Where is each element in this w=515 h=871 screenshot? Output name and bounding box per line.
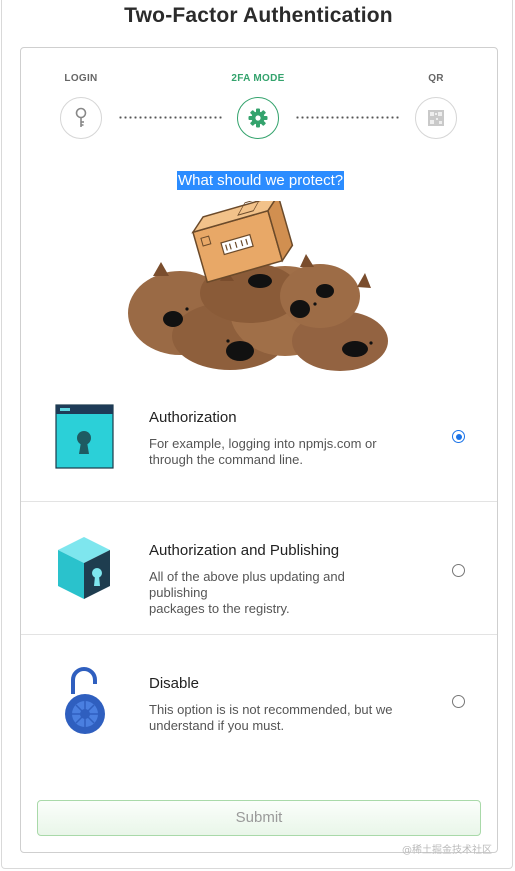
option-description: For example, logging into npmjs.com or t… [149,436,377,467]
protect-question: What should we protect? [177,171,345,190]
browser-lock-icon [55,404,114,469]
step-label-qr: QR [428,73,444,84]
option-authorization[interactable]: Authorization For example, logging into … [21,370,497,502]
cube-lock-icon [58,537,110,599]
option-title: Authorization [149,409,237,426]
option-description: All of the above plus updating and publi… [149,569,345,616]
step-connector-2 [295,116,399,119]
radio-disable[interactable] [452,695,465,708]
page-title: Two-Factor Authentication [124,4,393,27]
radio-authorization-publishing[interactable] [452,564,465,577]
step-login [60,97,102,139]
gear-icon [248,108,268,128]
option-description: This option is is not recommended, but w… [149,702,393,733]
step-label-login: LOGIN [64,73,98,84]
auth-card: LOGIN 2FA MODE QR What should we protect… [20,47,498,853]
submit-button[interactable]: Submit [37,800,481,836]
step-connector-1 [118,116,222,119]
option-title: Disable [149,675,200,692]
option-disable[interactable]: Disable This option is is not recommende… [21,636,497,768]
wombats-illustration [128,201,388,371]
open-padlock-icon [65,667,105,734]
option-title: Authorization and Publishing [149,542,340,559]
step-qr [415,97,457,139]
radio-authorization[interactable] [452,430,465,443]
step-label-2fa-mode: 2FA MODE [231,73,285,84]
key-icon [75,107,87,127]
option-authorization-publishing[interactable]: Authorization and Publishing All of the … [21,503,497,635]
qr-icon [428,110,444,126]
step-2fa-mode [237,97,279,139]
watermark: @稀土掘金技术社区 [402,845,492,856]
page-frame: Two-Factor Authentication LOGIN 2FA MODE… [1,0,513,869]
